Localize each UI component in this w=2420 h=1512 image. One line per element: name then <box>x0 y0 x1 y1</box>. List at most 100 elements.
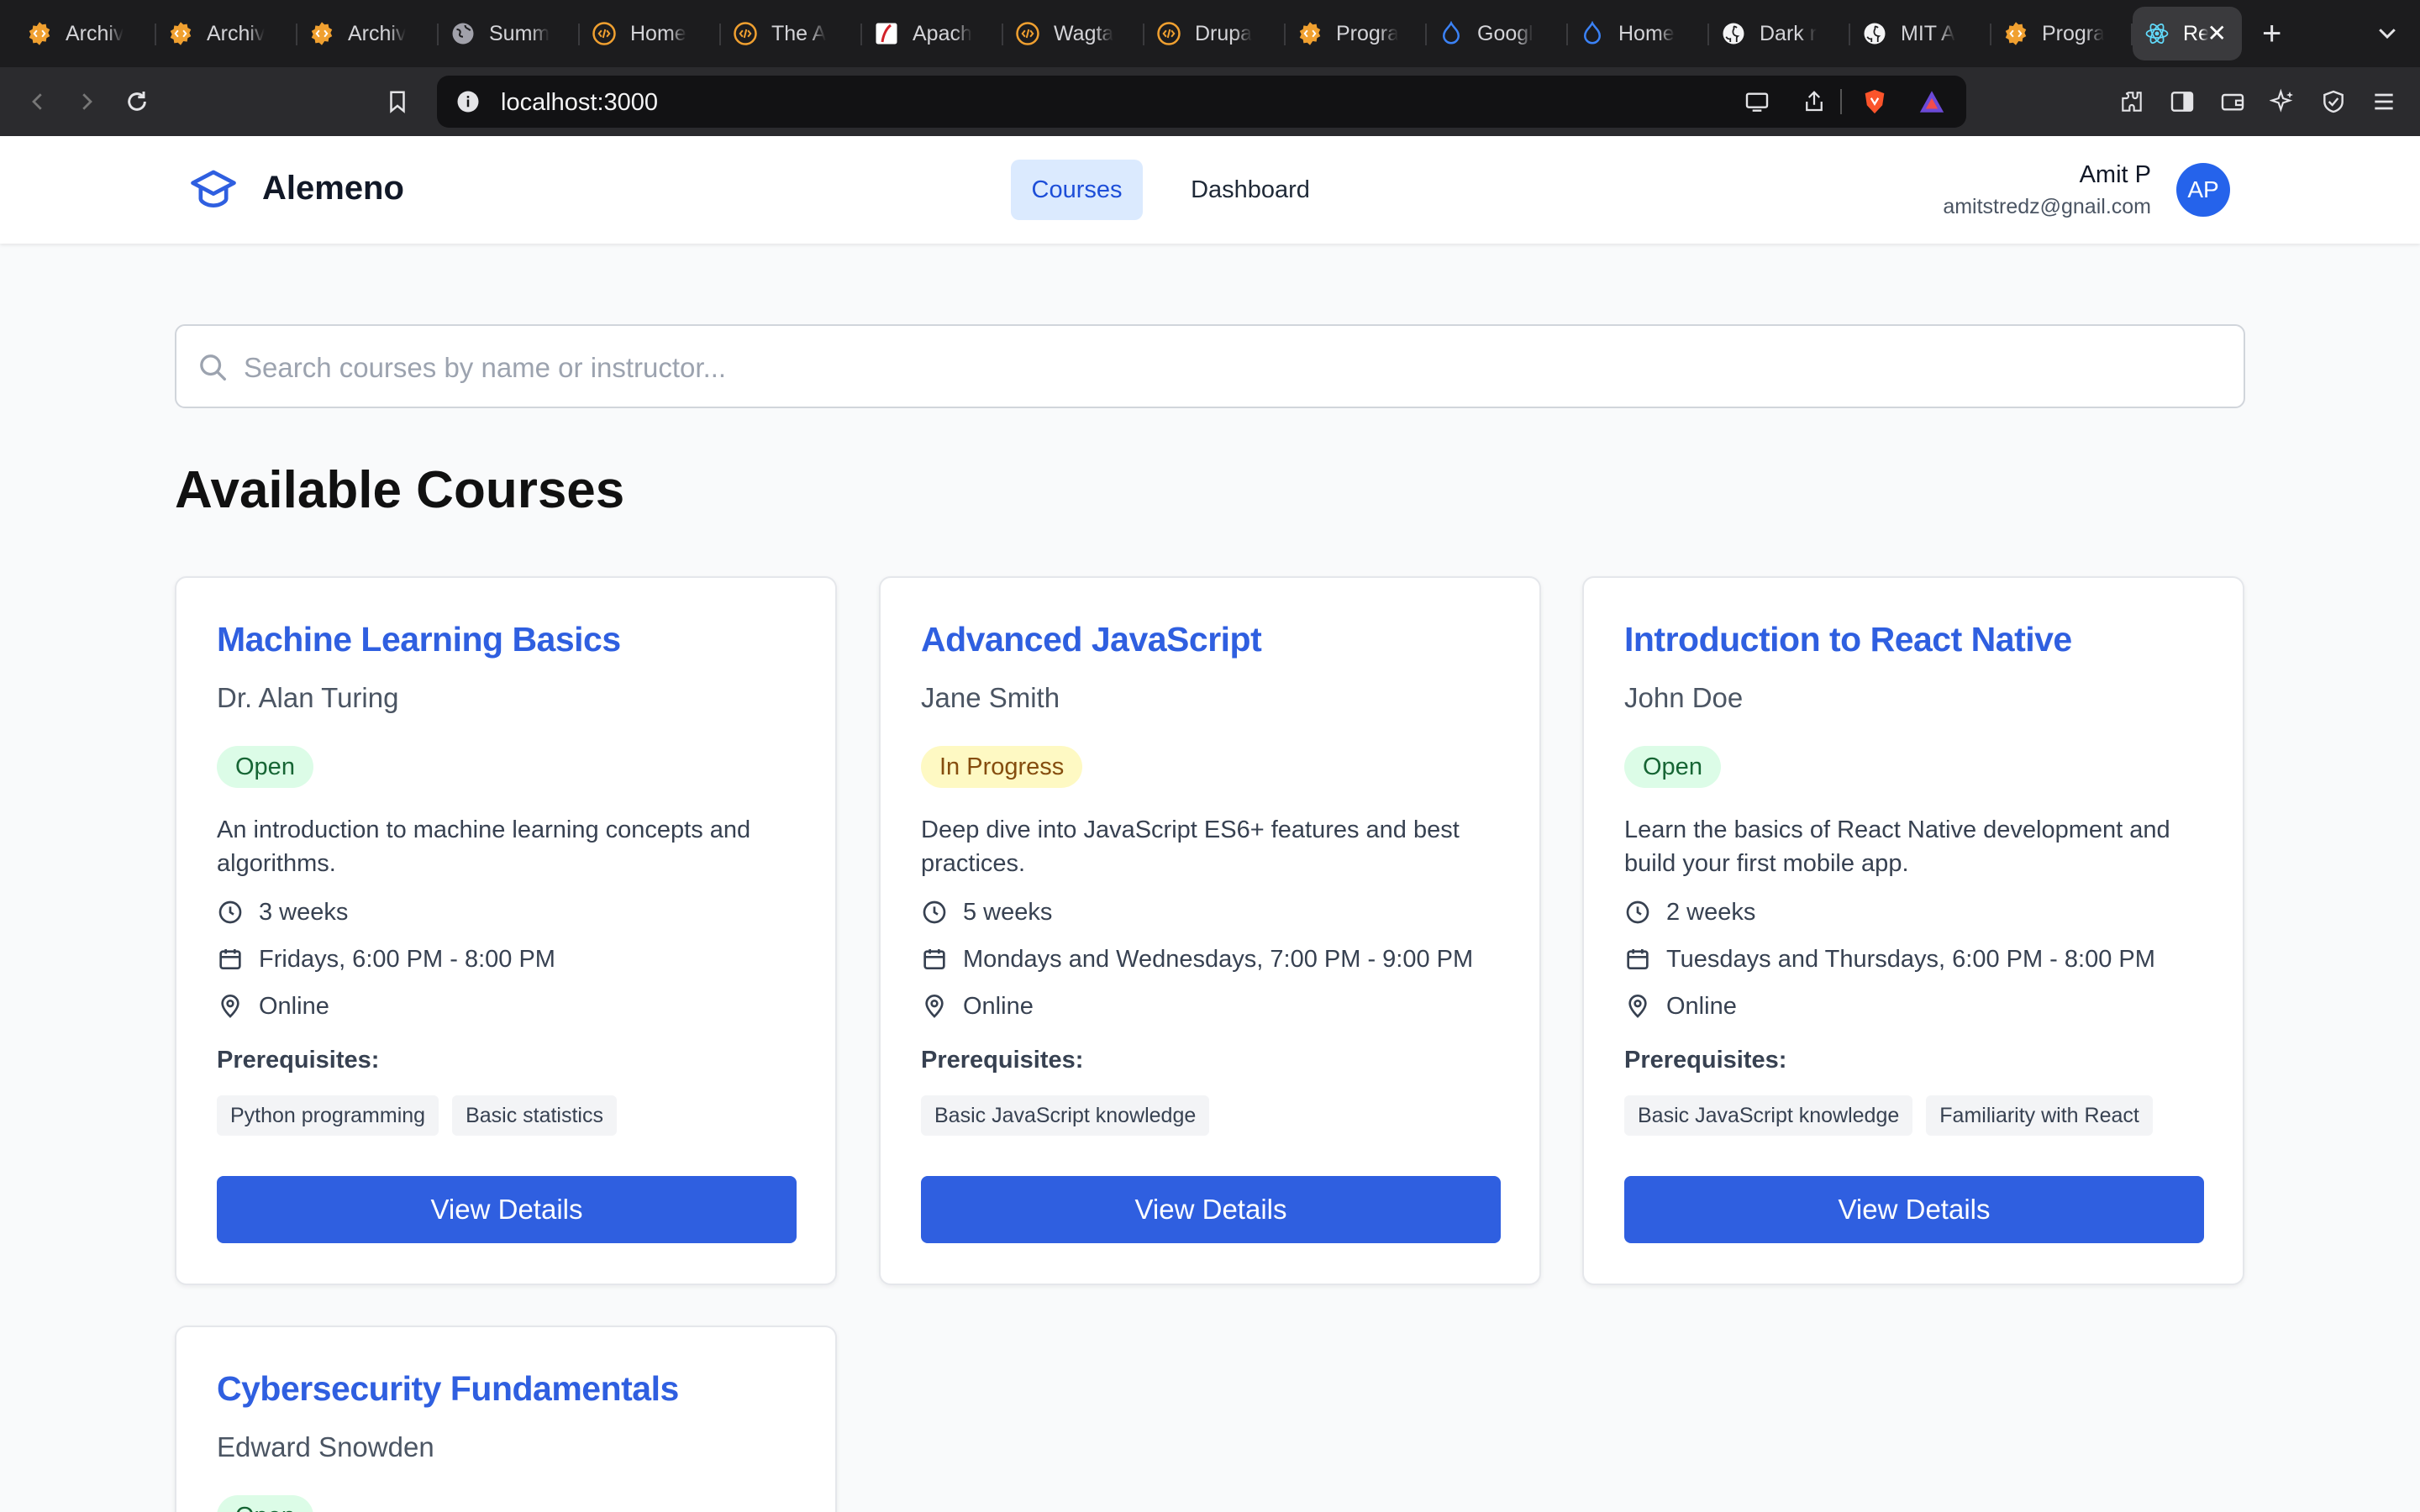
tab-label: Home <box>1618 21 1675 45</box>
course-location: Online <box>217 990 329 1023</box>
sidebar-icon <box>2170 92 2194 112</box>
code-badge-icon <box>1297 21 1323 46</box>
code-badge-icon <box>168 21 193 46</box>
browser-tab[interactable]: MIT A <box>1850 7 1991 60</box>
view-details-button[interactable]: View Details <box>921 1176 1501 1243</box>
search-input[interactable] <box>244 344 2210 391</box>
course-location: Online <box>921 990 1034 1023</box>
browser-tab[interactable]: Dark r <box>1709 7 1850 60</box>
browser-tab[interactable]: Re ✕ <box>2133 7 2242 60</box>
calendar-icon <box>1627 949 1649 969</box>
browser-tab[interactable]: Archiv <box>15 7 156 60</box>
browser-tab[interactable]: Summ <box>439 7 580 60</box>
browser-tab[interactable]: Home <box>1568 7 1709 60</box>
duration-text: 3 weeks <box>259 898 349 926</box>
brave-shields-icon[interactable] <box>1859 86 1891 118</box>
graduation-cap-icon <box>191 170 236 208</box>
hamburger-icon <box>2375 93 2393 110</box>
prerequisites-list: Basic JavaScript knowledge Familiarity w… <box>1624 1095 2153 1136</box>
course-instructor: Jane Smith <box>921 682 1060 713</box>
schedule-text: Tuesdays and Thursdays, 6:00 PM - 8:00 P… <box>1666 945 2155 973</box>
course-card: Machine Learning Basics Dr. Alan Turing … <box>175 576 837 1285</box>
course-title[interactable]: Machine Learning Basics <box>217 620 621 659</box>
sidebar-button[interactable] <box>2165 84 2200 119</box>
brave-rewards-icon[interactable] <box>1916 86 1948 118</box>
browser-tab[interactable]: Googl <box>1427 7 1568 60</box>
map-pin-icon <box>221 995 239 1018</box>
browser-tab[interactable]: Progra <box>1286 7 1427 60</box>
extensions-button[interactable] <box>2114 84 2149 119</box>
share-icon[interactable] <box>1798 86 1830 118</box>
forward-button[interactable] <box>69 84 104 119</box>
course-schedule: Tuesdays and Thursdays, 6:00 PM - 8:00 P… <box>1624 942 2155 976</box>
view-details-button[interactable]: View Details <box>217 1176 797 1243</box>
back-arrow-icon <box>32 93 42 110</box>
shield-icon <box>2323 90 2344 113</box>
prerequisite-chip: Familiarity with React <box>1926 1095 2153 1136</box>
course-instructor: Dr. Alan Turing <box>217 682 399 713</box>
reload-icon <box>128 92 146 111</box>
duration-text: 2 weeks <box>1666 898 1756 926</box>
prerequisites-list: Python programming Basic statistics <box>217 1095 617 1136</box>
nav-courses[interactable]: Courses <box>1011 160 1143 220</box>
cast-icon[interactable] <box>1741 86 1773 118</box>
clock-icon <box>923 900 946 924</box>
new-tab-button[interactable]: + <box>2262 17 2281 50</box>
code-circle-icon <box>733 21 758 46</box>
code-badge-icon <box>27 21 52 46</box>
browser-tab[interactable]: Drupa <box>1144 7 1286 60</box>
tab-strip: Archiv Archiv Archiv Summ Home The A Apach Wagt… <box>15 7 2242 60</box>
tab-label: Progra <box>1336 21 1398 45</box>
tab-label: Archiv <box>348 21 407 45</box>
browser-tab[interactable]: Home <box>580 7 721 60</box>
url-divider <box>1840 89 1842 114</box>
view-details-button[interactable]: View Details <box>1624 1176 2204 1243</box>
course-description: Deep dive into JavaScript ES6+ features … <box>921 816 1460 877</box>
site-info-icon[interactable] <box>452 86 484 118</box>
code-badge-icon <box>309 21 334 46</box>
browser-toolbar: localhost:3000 1 <box>0 67 2420 168</box>
brand-name[interactable]: Alemeno <box>262 170 404 207</box>
wallet-icon <box>2221 93 2244 111</box>
duration-text: 5 weeks <box>963 898 1053 926</box>
tab-label: Home <box>630 21 687 45</box>
close-tab-icon[interactable]: ✕ <box>2207 22 2227 45</box>
browser-tab[interactable]: Progra <box>1991 7 2133 60</box>
course-title[interactable]: Advanced JavaScript <box>921 620 1262 659</box>
tab-label: MIT A <box>1901 21 1955 45</box>
course-duration: 5 weeks <box>921 895 1052 929</box>
github-icon <box>1862 21 1887 46</box>
course-duration: 2 weeks <box>1624 895 1755 929</box>
course-card: Introduction to React Native John Doe Op… <box>1582 576 2244 1285</box>
status-badge: Open <box>1624 746 1721 788</box>
course-title[interactable]: Introduction to React Native <box>1624 620 2072 659</box>
vpn-button[interactable] <box>2316 84 2351 119</box>
browser-tab[interactable]: The A <box>721 7 862 60</box>
bookmark-button[interactable] <box>380 84 415 119</box>
location-text: Online <box>259 992 329 1020</box>
page-title: Available Courses <box>175 461 625 519</box>
location-text: Online <box>963 992 1034 1020</box>
reload-button[interactable] <box>119 84 155 119</box>
search-icon <box>200 354 226 381</box>
tab-label: Dark r <box>1760 21 1818 45</box>
avatar[interactable]: AP <box>2176 163 2230 217</box>
browser-tab[interactable]: Archiv <box>156 7 297 60</box>
browser-tab[interactable]: Archiv <box>297 7 439 60</box>
course-title[interactable]: Cybersecurity Fundamentals <box>217 1369 679 1409</box>
tab-list-chevron-icon[interactable] <box>2375 20 2400 50</box>
browser-tab[interactable]: Wagta <box>1003 7 1144 60</box>
leo-ai-button[interactable] <box>2265 84 2301 119</box>
browser-tab[interactable]: Apach <box>862 7 1003 60</box>
tab-label: The A <box>771 21 827 45</box>
tab-label: Googl <box>1477 21 1534 45</box>
wallet-button[interactable] <box>2215 84 2250 119</box>
nav-dashboard[interactable]: Dashboard <box>1170 160 1331 220</box>
map-pin-icon <box>925 995 944 1018</box>
address-bar[interactable]: localhost:3000 <box>437 76 1966 128</box>
back-button[interactable] <box>20 84 55 119</box>
menu-button[interactable] <box>2366 84 2402 119</box>
app-header: Alemeno Courses Dashboard Amit P amitstr… <box>0 136 2420 244</box>
user-name: Amit P <box>2079 161 2151 188</box>
code-circle-icon <box>592 21 617 46</box>
